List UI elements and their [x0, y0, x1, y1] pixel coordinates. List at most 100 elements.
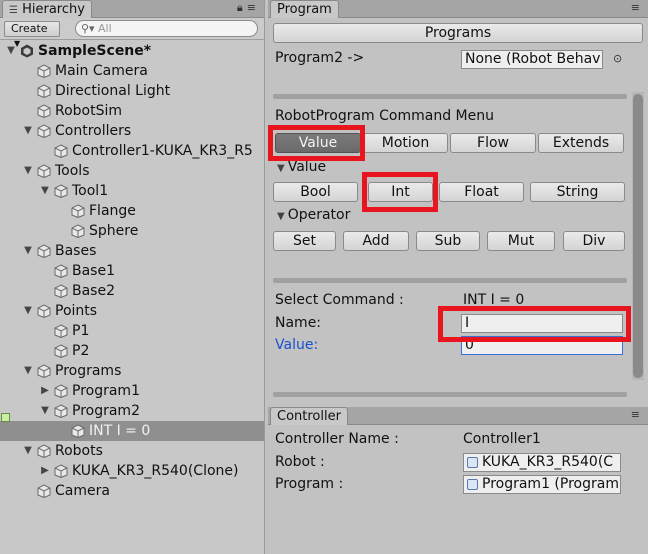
operator-section-header[interactable]: ▼ Operator — [277, 207, 350, 223]
gameobject-cube-icon — [54, 324, 68, 339]
menu-icon[interactable]: ≡ — [247, 1, 260, 14]
hierarchy-item[interactable]: P2 — [0, 341, 264, 361]
menu-icon[interactable]: ≡ — [631, 1, 644, 14]
scene-root-item[interactable]: ▼ SampleScene* — [0, 41, 264, 61]
category-tab-button[interactable]: Motion — [363, 133, 448, 153]
hierarchy-item[interactable]: Directional Light — [0, 81, 264, 101]
gameobject-cube-icon — [37, 64, 51, 79]
hierarchy-item[interactable]: Base2 — [0, 281, 264, 301]
tab-program[interactable]: Program — [270, 0, 339, 18]
create-button[interactable]: Create ▼ — [4, 21, 60, 48]
hierarchy-panel: ☰ Hierarchy 🔒︎≡ Create ▼ ⚲▾ All ▼ SampleS… — [0, 0, 265, 554]
hierarchy-item-label: Tools — [55, 163, 90, 179]
robot-object-value: KUKA_KR3_R540(C — [482, 454, 614, 470]
hierarchy-item[interactable]: ▼ Program2 — [0, 401, 264, 421]
expand-down-icon[interactable]: ▼ — [23, 361, 33, 381]
gameobject-cube-icon — [37, 364, 51, 379]
operator-button-label: Sub — [434, 233, 462, 249]
menu-icon[interactable]: ≡ — [631, 408, 644, 421]
category-tab-button-label: Flow — [477, 135, 509, 151]
hierarchy-item[interactable]: ▼ Points — [0, 301, 264, 321]
hierarchy-item[interactable]: Flange — [0, 201, 264, 221]
programs-button[interactable]: Programs — [273, 23, 643, 43]
program-object-field[interactable]: None (Robot Behav — [461, 50, 603, 69]
operator-button[interactable]: Add — [343, 231, 409, 251]
controller-name-label: Controller Name : — [275, 431, 399, 447]
hierarchy-item[interactable]: ▼ Tools — [0, 161, 264, 181]
hierarchy-item[interactable]: Camera — [0, 481, 264, 501]
hierarchy-item-label: RobotSim — [55, 103, 123, 119]
gameobject-cube-icon — [54, 404, 68, 419]
hierarchy-item-label: SampleScene* — [38, 43, 152, 59]
horizontal-scrollbar[interactable] — [273, 392, 627, 397]
hierarchy-item[interactable]: ▼ Robots — [0, 441, 264, 461]
name-label: Name: — [275, 315, 322, 331]
hierarchy-item[interactable]: ▼ Tool1 — [0, 181, 264, 201]
hierarchy-item-label: Bases — [55, 243, 97, 259]
category-tab-button[interactable]: Extends — [538, 133, 624, 153]
value-type-button[interactable]: Bool — [273, 182, 358, 202]
hierarchy-item[interactable]: INT I = 0 — [0, 421, 264, 441]
object-picker-icon[interactable]: ⊙ — [613, 52, 622, 65]
tab-controller-label: Controller — [277, 409, 341, 424]
list-icon: ☰ — [9, 5, 18, 16]
expand-down-icon[interactable]: ▼ — [40, 401, 50, 421]
expand-right-icon[interactable]: ▶ — [40, 461, 50, 481]
expand-right-icon[interactable]: ▶ — [40, 381, 50, 401]
script-icon — [467, 479, 478, 490]
expand-down-icon[interactable]: ▼ — [6, 41, 16, 61]
scrollbar-thumb[interactable] — [633, 94, 643, 378]
hierarchy-item-label: Program1 — [72, 383, 140, 399]
expand-down-icon[interactable]: ▼ — [23, 241, 33, 261]
tab-controller[interactable]: Controller — [270, 407, 348, 425]
vertical-scrollbar[interactable] — [632, 92, 644, 380]
hierarchy-item[interactable]: ▼ Controllers — [0, 121, 264, 141]
hierarchy-item-label: Programs — [55, 363, 122, 379]
operator-button[interactable]: Set — [273, 231, 336, 251]
gameobject-cube-icon — [71, 424, 85, 439]
expand-down-icon[interactable]: ▼ — [23, 441, 33, 461]
hierarchy-item[interactable]: Main Camera — [0, 61, 264, 81]
value-type-button[interactable]: Float — [439, 182, 524, 202]
hierarchy-search-input[interactable]: ⚲▾ All — [75, 20, 258, 37]
value-section-header[interactable]: ▼ Value — [277, 159, 326, 175]
hierarchy-item[interactable]: ▼ Bases — [0, 241, 264, 261]
program-tabbar: Program ≡ — [268, 0, 648, 18]
hierarchy-item[interactable]: ▶ KUKA_KR3_R540(Clone) — [0, 461, 264, 481]
hierarchy-item[interactable]: Controller1-KUKA_KR3_R5 — [0, 141, 264, 161]
tab-hierarchy[interactable]: ☰ Hierarchy — [2, 0, 92, 18]
value-type-button[interactable]: String — [530, 182, 625, 202]
hierarchy-item[interactable]: Sphere — [0, 221, 264, 241]
gameobject-cube-icon — [37, 444, 51, 459]
separator — [273, 278, 627, 283]
tab-program-label: Program — [277, 2, 332, 17]
hierarchy-item-label: Flange — [89, 203, 136, 219]
operator-button[interactable]: Div — [563, 231, 625, 251]
hierarchy-item[interactable]: Base1 — [0, 261, 264, 281]
lock-icon[interactable]: 🔒︎ — [237, 1, 247, 14]
tab-hierarchy-label: Hierarchy — [22, 2, 85, 17]
hierarchy-item[interactable]: ▼ Programs — [0, 361, 264, 381]
value-section-label: Value — [287, 159, 327, 175]
category-tab-button[interactable]: Flow — [450, 133, 536, 153]
robot-label: Robot : — [275, 454, 325, 470]
operator-button-label: Set — [293, 233, 316, 249]
expand-down-icon[interactable]: ▼ — [23, 161, 33, 181]
operator-button[interactable]: Mut — [487, 231, 555, 251]
controller-program-object-field[interactable]: Program1 (Program — [463, 475, 621, 494]
expand-down-icon[interactable]: ▼ — [40, 181, 50, 201]
value-type-button-label: String — [556, 184, 599, 200]
hierarchy-item[interactable]: RobotSim — [0, 101, 264, 121]
controller-panel: Controller ≡ Controller Name : Controlle… — [268, 407, 648, 554]
expand-down-icon[interactable]: ▼ — [23, 121, 33, 141]
hierarchy-item[interactable]: ▶ Program1 — [0, 381, 264, 401]
operator-button[interactable]: Sub — [416, 231, 480, 251]
operator-section-label: Operator — [287, 207, 351, 223]
robot-object-field[interactable]: KUKA_KR3_R540(C — [463, 453, 621, 472]
controller-program-object-value: Program1 (Program — [482, 476, 619, 492]
hierarchy-item-label: Tool1 — [72, 183, 109, 199]
expand-down-icon[interactable]: ▼ — [23, 301, 33, 321]
hierarchy-item[interactable]: P1 — [0, 321, 264, 341]
hierarchy-toolbar: Create ▼ ⚲▾ All — [0, 18, 264, 48]
separator — [273, 94, 627, 99]
